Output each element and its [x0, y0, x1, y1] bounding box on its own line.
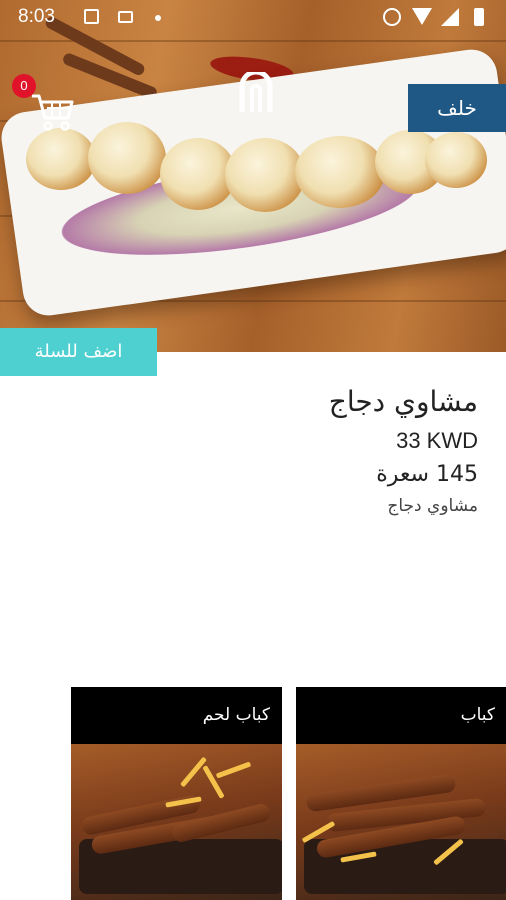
- related-item-title: كباب لحم: [202, 705, 270, 725]
- wifi-icon: [412, 8, 432, 25]
- cart-icon: [32, 94, 74, 131]
- product-name: مشاوي دجاج: [328, 385, 478, 418]
- product-hero-image: [0, 0, 506, 352]
- logo-icon: [236, 69, 276, 116]
- related-item-card[interactable]: كباب: [296, 687, 506, 900]
- related-item-title: كباب: [460, 705, 495, 725]
- card-icon: [118, 11, 133, 23]
- add-to-cart-button[interactable]: اضف للسلة: [0, 328, 157, 376]
- alarm-icon: [383, 8, 401, 26]
- related-item-card[interactable]: كباب لحم: [71, 687, 282, 900]
- cart-count-badge: 0: [12, 74, 36, 98]
- back-button[interactable]: خلف: [408, 84, 506, 132]
- battery-icon: [474, 8, 484, 26]
- product-description: مشاوي دجاج: [387, 496, 478, 516]
- image-icon: [84, 9, 99, 24]
- notification-dot-icon: [155, 15, 161, 21]
- product-calories: 145 سعرة: [376, 462, 478, 487]
- product-info: مشاوي دجاج 33 KWD 145 سعرة مشاوي دجاج: [329, 380, 478, 520]
- status-bar: 8:03: [0, 0, 506, 34]
- status-time: 8:03: [18, 6, 55, 27]
- related-item-image: [296, 744, 506, 900]
- product-price: 33 KWD: [396, 428, 478, 453]
- cart-button[interactable]: [30, 92, 74, 132]
- related-item-image: [71, 744, 282, 900]
- screen: 8:03 0 خلف اضف للسلة مشاوي دجاج 33 KWD 1…: [0, 0, 506, 900]
- signal-icon: [441, 8, 459, 26]
